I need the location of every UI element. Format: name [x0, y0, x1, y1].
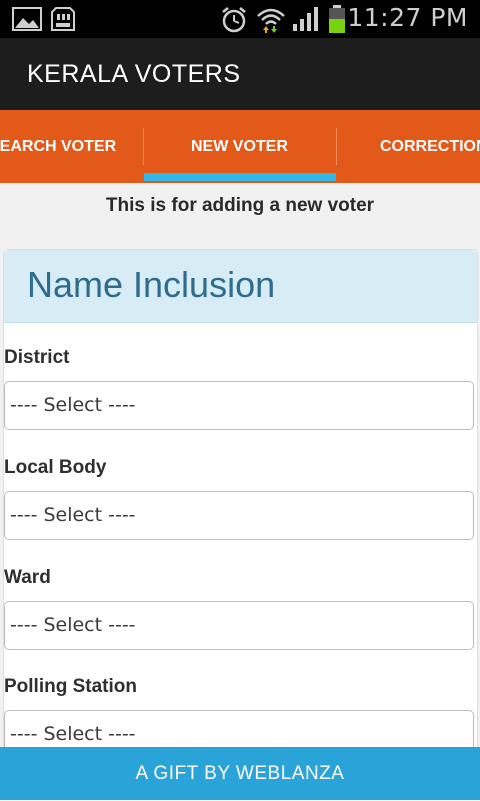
district-label: District	[4, 347, 70, 368]
ward-label: Ward	[4, 567, 51, 588]
local-body-select-value: ---- Select ----	[10, 504, 136, 526]
polling-station-select-value: ---- Select ----	[10, 723, 136, 745]
status-bar: 11:27 PM	[0, 0, 480, 38]
alarm-icon	[220, 6, 248, 38]
action-bar: KERALA VOTERS	[0, 38, 480, 110]
district-select[interactable]: ---- Select ----	[4, 381, 474, 430]
footer-banner[interactable]: A GIFT BY WEBLANZA	[0, 747, 480, 800]
app-title: KERALA VOTERS	[27, 60, 241, 88]
notice-text: This is for adding a new voter	[0, 183, 480, 229]
district-select-value: ---- Select ----	[10, 394, 136, 416]
wifi-icon	[256, 4, 286, 38]
panel-title: Name Inclusion	[27, 264, 276, 305]
signal-icon	[292, 5, 322, 36]
ward-select-value: ---- Select ----	[10, 614, 136, 636]
tab-search-voter[interactable]: SEARCH VOTER	[0, 110, 116, 183]
battery-icon	[327, 4, 347, 38]
clock: 11:27 PM	[347, 3, 468, 32]
selected-tab-indicator	[144, 173, 336, 181]
content-area: Name Inclusion District ---- Select ----…	[0, 229, 480, 747]
ward-select[interactable]: ---- Select ----	[4, 601, 474, 650]
sd-card-icon	[50, 6, 76, 36]
polling-station-label: Polling Station	[4, 676, 137, 697]
local-body-label: Local Body	[4, 457, 107, 478]
tab-correction[interactable]: CORRECTION	[380, 110, 480, 183]
gallery-icon	[12, 7, 42, 35]
polling-station-select[interactable]: ---- Select ----	[4, 710, 474, 747]
panel-header: Name Inclusion	[4, 250, 477, 323]
local-body-select[interactable]: ---- Select ----	[4, 491, 474, 540]
tab-divider	[336, 128, 337, 165]
tab-divider	[143, 128, 144, 165]
